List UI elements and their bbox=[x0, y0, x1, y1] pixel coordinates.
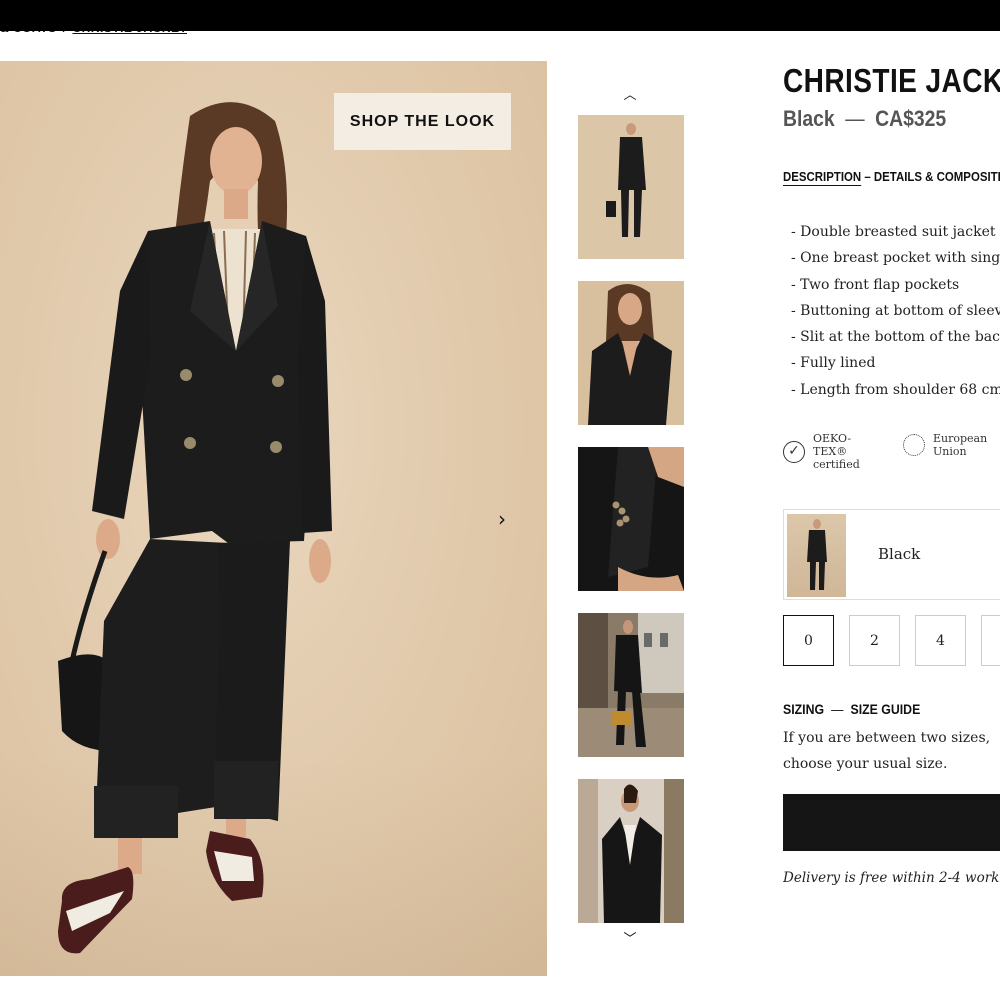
tab-description[interactable]: DESCRIPTION bbox=[783, 169, 861, 184]
oeko-tex-label: OEKO- TEX® certified bbox=[813, 432, 860, 471]
sizing-header: SIZING — SIZE GUIDE bbox=[783, 701, 920, 717]
product-title: CHRISTIE JACKET bbox=[783, 62, 1000, 99]
main-product-image[interactable]: SHOP THE LOOK › bbox=[0, 61, 547, 976]
sizing-advice: If you are between two sizes, choose you… bbox=[783, 730, 991, 772]
oeko-tex-certification: ✓ OEKO- TEX® certified bbox=[783, 432, 860, 471]
size-option-2[interactable]: 2 bbox=[849, 615, 900, 666]
size-option-4[interactable]: 4 bbox=[915, 615, 966, 666]
eu-stars-icon bbox=[903, 434, 925, 456]
check-circle-icon: ✓ bbox=[783, 440, 805, 463]
description-list: - Double breasted suit jacket - One brea… bbox=[791, 219, 1000, 403]
thumbnail-4[interactable] bbox=[578, 613, 684, 757]
color-option-name: Black bbox=[878, 545, 921, 563]
list-item: - Double breasted suit jacket bbox=[791, 224, 996, 240]
product-subtitle: Black — CA$325 bbox=[783, 106, 946, 132]
size-option-0[interactable]: 0 bbox=[783, 615, 834, 666]
product-info-panel: CHRISTIE JACKET Black — CA$325 DESCRIPTION… bbox=[783, 0, 1000, 1000]
eu-certification: European Union bbox=[903, 432, 987, 458]
chevron-up-icon[interactable]: ︿ bbox=[620, 88, 640, 104]
thumbnail-3[interactable] bbox=[578, 447, 684, 591]
eu-label: European Union bbox=[933, 432, 988, 458]
delivery-info: Delivery is free within 2-4 working days bbox=[783, 870, 1000, 886]
thumbnail-3-image bbox=[578, 447, 684, 591]
thumbnail-1[interactable] bbox=[578, 115, 684, 259]
color-swatch-figure bbox=[807, 519, 827, 590]
thumbnail-2[interactable] bbox=[578, 281, 684, 425]
add-to-bag-button[interactable] bbox=[783, 794, 1000, 851]
thumbnail-2-image bbox=[578, 281, 684, 425]
tab-details-composition[interactable]: – DETAILS & COMPOSITION bbox=[864, 169, 1000, 184]
thumbnail-5-image bbox=[578, 779, 684, 923]
chevron-down-icon[interactable]: ﹀ bbox=[620, 932, 640, 948]
thumbnail-4-image bbox=[578, 613, 684, 757]
color-swatch-image bbox=[787, 514, 846, 597]
model-figure bbox=[58, 102, 332, 954]
description-tabs: DESCRIPTION – DETAILS & COMPOSITION bbox=[783, 169, 1000, 184]
product-price: CA$325 bbox=[875, 106, 947, 131]
color-option-card[interactable]: Black bbox=[783, 509, 1000, 600]
list-item: - Fully lined bbox=[791, 355, 876, 372]
thumbnail-1-image bbox=[578, 115, 684, 259]
thumbnail-5[interactable] bbox=[578, 779, 684, 923]
list-item: - Two front flap pockets bbox=[791, 276, 960, 293]
list-item: - Slit at the bottom of the back bbox=[791, 329, 1000, 346]
list-item: - Buttoning at bottom of sleeves bbox=[791, 302, 1000, 319]
list-item: - One breast pocket with single welt bbox=[791, 250, 1000, 267]
sizing-dash: — bbox=[831, 701, 844, 717]
list-item: - Length from shoulder 68 cm bbox=[791, 381, 1000, 398]
product-color: Black bbox=[783, 106, 835, 131]
size-guide-link[interactable]: SIZE GUIDE bbox=[850, 701, 920, 717]
shop-the-look-button[interactable]: SHOP THE LOOK bbox=[334, 93, 511, 150]
subtitle-dash: — bbox=[845, 106, 865, 131]
sizing-title: SIZING bbox=[783, 701, 825, 717]
size-option-6[interactable]: 6 bbox=[981, 615, 1000, 666]
chevron-right-icon[interactable]: › bbox=[492, 507, 512, 531]
